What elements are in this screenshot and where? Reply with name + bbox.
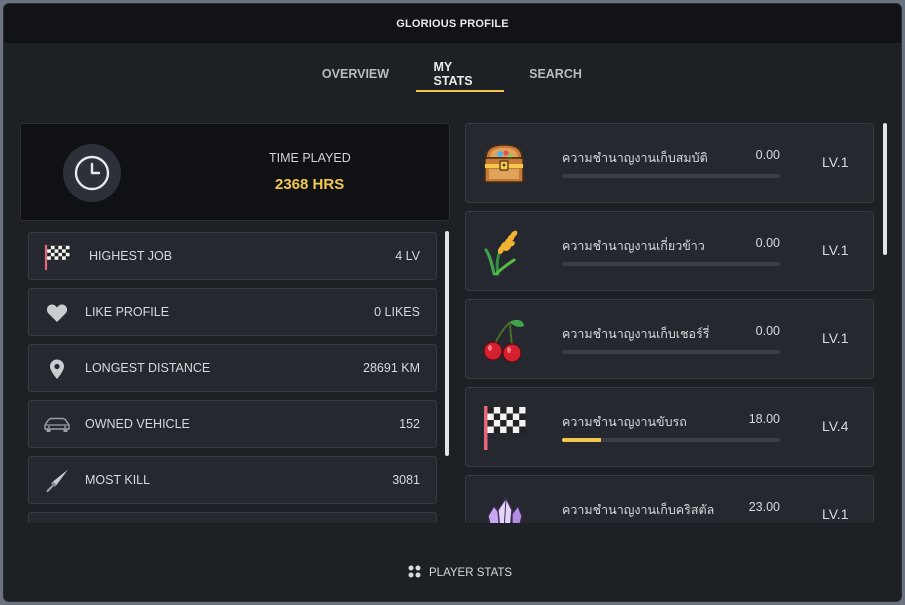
jobs-scrollbar[interactable]: [883, 123, 887, 255]
racing-flag-icon: [480, 404, 528, 452]
tab-bar: OVERVIEW MY STATS SEARCH: [4, 56, 901, 96]
job-card-cherry: ความชำนาญงานเก็บเชอร์รี่ 0.00 LV.1: [465, 299, 874, 379]
stat-label: LIKE PROFILE: [85, 305, 170, 319]
checkered-flag-icon: [43, 244, 71, 271]
stat-row-most-kill: MOST KILL 3081: [28, 456, 437, 504]
job-level: LV.4: [822, 418, 849, 434]
job-name: ความชำนาญงานขับรถ: [562, 415, 687, 429]
stat-label: MOST KILL: [85, 473, 151, 487]
time-played-label: TIME PLAYED: [269, 151, 351, 165]
job-level: LV.1: [822, 330, 849, 346]
clock-icon: [63, 144, 121, 202]
job-progress-fill: [562, 438, 602, 442]
profile-window: GLORIOUS PROFILE OVERVIEW MY STATS SEARC…: [3, 3, 902, 602]
job-name: ความชำนาญงานเก็บสมบัติ: [562, 151, 708, 165]
job-progress-bar: [562, 350, 780, 354]
time-played-card: TIME PLAYED 2368 HRS: [20, 123, 450, 221]
job-value: 0.00: [755, 236, 780, 250]
player-stats-button[interactable]: PLAYER STATS: [408, 565, 512, 581]
job-value: 23.00: [748, 500, 780, 514]
job-progress-bar: [562, 174, 780, 178]
footer: PLAYER STATS: [4, 523, 901, 601]
stats-list[interactable]: HIGHEST JOB 4 LV LIKE PROFILE 0 LIKES LO…: [20, 230, 450, 523]
window-title: GLORIOUS PROFILE: [396, 17, 509, 30]
stat-row-highest-job: HIGHEST JOB 4 LV: [28, 232, 437, 280]
job-level: LV.1: [822, 506, 849, 522]
job-card-crystal: ความชำนาญงานเก็บคริสตัล 23.00 LV.1: [465, 475, 874, 523]
job-name: ความชำนาญงานเก็บคริสตัล: [562, 503, 715, 517]
job-value: 0.00: [755, 148, 780, 162]
job-progress-bar: [562, 262, 780, 266]
stat-label: HIGHEST JOB: [89, 249, 173, 263]
stat-value: 152: [399, 417, 420, 431]
time-played-value: 2368 HRS: [275, 176, 345, 193]
job-card-rice: ความชำนาญงานเกี่ยวข้าว 0.00 LV.1: [465, 211, 874, 291]
stat-row-owned-vehicle: OWNED VEHICLE 152: [28, 400, 437, 448]
car-icon: [43, 413, 71, 437]
knife-icon: [43, 469, 71, 493]
job-level: LV.1: [822, 242, 849, 258]
tab-overview[interactable]: OVERVIEW: [308, 56, 404, 92]
stat-label: OWNED VEHICLE: [85, 417, 190, 431]
tab-search[interactable]: SEARCH: [514, 56, 598, 92]
stats-scrollbar[interactable]: [445, 231, 449, 456]
stat-value: 3081: [392, 473, 420, 487]
job-name: ความชำนาญงานเกี่ยวข้าว: [562, 239, 705, 253]
job-card-treasure: ความชำนาญงานเก็บสมบัติ 0.00 LV.1: [465, 123, 874, 203]
map-pin-icon: [43, 357, 71, 381]
job-value: 18.00: [748, 412, 780, 426]
job-level: LV.1: [822, 154, 849, 170]
job-value: 0.00: [755, 324, 780, 338]
heart-icon: [43, 301, 71, 325]
stat-row-longest-distance: LONGEST DISTANCE 28691 KM: [28, 344, 437, 392]
job-card-driving: ความชำนาญงานขับรถ 18.00 LV.4: [465, 387, 874, 467]
rice-plant-icon: [480, 228, 528, 276]
stat-label: LONGEST DISTANCE: [85, 361, 211, 375]
job-progress-bar: [562, 438, 780, 442]
player-stats-label: PLAYER STATS: [429, 567, 513, 579]
grid-dots-icon: [408, 565, 421, 581]
treasure-chest-icon: [480, 140, 528, 188]
stat-value: 4 LV: [395, 249, 420, 263]
stat-row-partial: [28, 512, 437, 523]
cherry-icon: [480, 316, 528, 364]
tab-search-label: SEARCH: [529, 67, 582, 81]
job-list[interactable]: ความชำนาญงานเก็บสมบัติ 0.00 LV.1 ความชำน…: [465, 123, 877, 523]
title-bar: GLORIOUS PROFILE: [4, 4, 901, 43]
tab-overview-label: OVERVIEW: [321, 67, 390, 81]
job-name: ความชำนาญงานเก็บเชอร์รี่: [562, 327, 710, 341]
tab-my-stats[interactable]: MY STATS: [415, 56, 504, 92]
stat-row-like-profile: LIKE PROFILE 0 LIKES: [28, 288, 437, 336]
crystal-icon: [480, 492, 528, 523]
tab-my-stats-label: MY STATS: [433, 60, 473, 88]
stat-value: 0 LIKES: [374, 305, 420, 319]
stat-value: 28691 KM: [363, 361, 420, 375]
